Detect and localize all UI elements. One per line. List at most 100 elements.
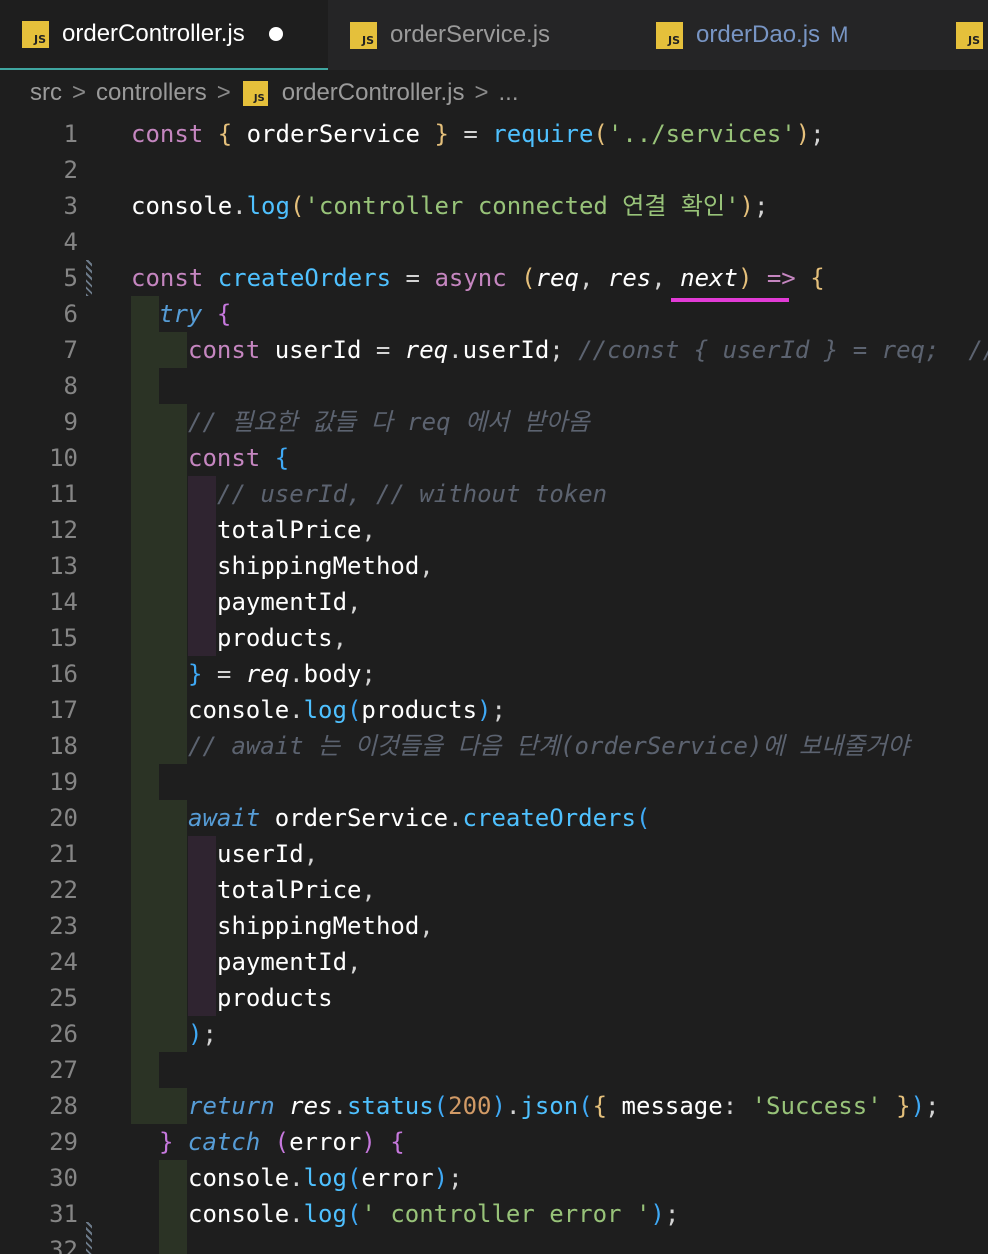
code-token: userId: [274, 336, 362, 364]
code-token: ): [795, 120, 811, 148]
breadcrumb-file[interactable]: orderController.js: [282, 79, 465, 107]
code-token: console: [188, 1200, 290, 1228]
code-line[interactable]: } catch (error) {: [0, 1124, 988, 1160]
code-line[interactable]: const createOrders = async (req, res, ne…: [0, 260, 988, 296]
js-file-icon: JS: [656, 21, 683, 49]
js-file-icon: JS: [350, 21, 377, 49]
code-line[interactable]: console.log(error);: [0, 1160, 988, 1196]
code-token: const: [131, 120, 204, 148]
code-token: const: [188, 444, 261, 472]
code-token: userId: [217, 840, 304, 868]
breadcrumb: src > controllers > JS orderController.j…: [0, 70, 988, 116]
code-token: totalPrice: [217, 876, 362, 904]
code-token: products: [217, 624, 333, 652]
code-line[interactable]: const userId = req.userId; //const { use…: [0, 332, 988, 368]
code-token: next: [680, 264, 738, 292]
code-token: {: [592, 1092, 608, 1120]
code-token: (: [578, 1092, 593, 1120]
line-number: 32: [49, 1236, 78, 1254]
code-line[interactable]: products,: [0, 620, 988, 656]
code-token: catch: [187, 1128, 261, 1156]
code-token: =: [375, 336, 391, 364]
tab-ordercontroller[interactable]: JS orderController.js: [0, 0, 328, 70]
code-token: ,: [347, 588, 362, 616]
code-line[interactable]: // userId, // without token: [0, 476, 988, 512]
code-token: log: [246, 192, 290, 220]
code-token: ;: [202, 1020, 217, 1048]
code-token: ,: [419, 912, 434, 940]
editor-tab-bar: JS orderController.js JS orderService.js…: [0, 0, 988, 70]
line-number: 19: [49, 768, 78, 796]
code-line[interactable]: const {: [0, 440, 988, 476]
code-token: ,: [361, 876, 376, 904]
code-line[interactable]: // 필요한 값들 다 req 에서 받아옴: [0, 404, 988, 440]
breadcrumb-controllers[interactable]: controllers: [96, 79, 207, 107]
code-line[interactable]: );: [0, 1016, 988, 1052]
code-token: ;: [810, 120, 825, 148]
code-token: totalPrice: [217, 516, 362, 544]
code-token: (: [635, 804, 651, 832]
breadcrumb-more[interactable]: ...: [499, 79, 519, 107]
code-token: log: [303, 1200, 347, 1228]
tab-orderdao[interactable]: JS orderDao.js M: [634, 0, 934, 70]
code-token: req: [404, 336, 449, 364]
code-line[interactable]: shippingMethod,: [0, 908, 988, 944]
tab-orderservice[interactable]: JS orderService.js: [328, 0, 634, 70]
code-line[interactable]: paymentId,: [0, 584, 988, 620]
code-token: products: [361, 696, 478, 724]
code-token: {: [274, 444, 290, 472]
code-token: ;: [361, 660, 376, 688]
code-token: 'Success': [751, 1092, 882, 1120]
code-token: userId: [462, 336, 550, 364]
code-token: .: [505, 1092, 521, 1120]
code-token: ): [737, 264, 753, 292]
code-line[interactable]: totalPrice,: [0, 512, 988, 548]
code-line[interactable]: // await 는 이것들을 다음 단계(orderService)에 보내줄…: [0, 728, 988, 764]
code-line[interactable]: products: [0, 980, 988, 1016]
code-token: ,: [332, 624, 348, 652]
code-token: }: [188, 660, 203, 688]
code-token: shippingMethod: [217, 912, 420, 940]
code-editor[interactable]: 1 2 3 4 5 6 7 8 9 10 11 12 13 14 15 16 1…: [0, 116, 988, 1254]
code-line[interactable]: } = req.body;: [0, 656, 988, 692]
code-token: createOrders: [217, 264, 392, 292]
code-token: error: [361, 1164, 434, 1192]
code-token: const: [131, 264, 204, 292]
breadcrumb-src[interactable]: src: [30, 79, 62, 107]
tab-overflow[interactable]: JS: [934, 0, 988, 70]
code-line[interactable]: console.log(products);: [0, 692, 988, 728]
chevron-right-icon: >: [72, 79, 87, 106]
code-token: try: [159, 300, 203, 328]
code-line[interactable]: paymentId,: [0, 944, 988, 980]
code-line[interactable]: return res.status(200).json({ message: '…: [0, 1088, 988, 1124]
code-line[interactable]: const { orderService } = require('../ser…: [0, 116, 988, 152]
code-token: ;: [448, 1164, 463, 1192]
code-line[interactable]: try {: [0, 296, 988, 332]
code-token: error: [289, 1128, 362, 1156]
code-line[interactable]: userId,: [0, 836, 988, 872]
code-line[interactable]: await orderService.createOrders(: [0, 800, 988, 836]
code-token: ;: [753, 192, 769, 220]
code-line[interactable]: shippingMethod,: [0, 548, 988, 584]
code-token: (: [274, 1128, 290, 1156]
unsaved-dot-icon[interactable]: [268, 27, 283, 41]
code-token: :: [722, 1092, 738, 1120]
code-token: ,: [303, 840, 319, 868]
code-token: status: [346, 1092, 434, 1120]
code-token: {: [810, 264, 825, 292]
code-token: message: [621, 1092, 723, 1120]
code-token: ,: [578, 264, 594, 292]
code-token: ): [477, 696, 492, 724]
code-token: }: [896, 1092, 911, 1120]
code-token: {: [390, 1128, 405, 1156]
code-token: .: [448, 336, 463, 364]
code-token: =>: [766, 264, 796, 292]
code-line[interactable]: console.log(' controller error ');: [0, 1196, 988, 1232]
code-token: await: [188, 804, 261, 832]
code-token: '../services': [607, 120, 796, 148]
code-line[interactable]: console.log('controller connected 연결 확인'…: [0, 188, 988, 224]
code-token: log: [303, 696, 347, 724]
code-line[interactable]: totalPrice,: [0, 872, 988, 908]
code-token: ;: [491, 696, 506, 724]
code-token: res: [289, 1092, 333, 1120]
